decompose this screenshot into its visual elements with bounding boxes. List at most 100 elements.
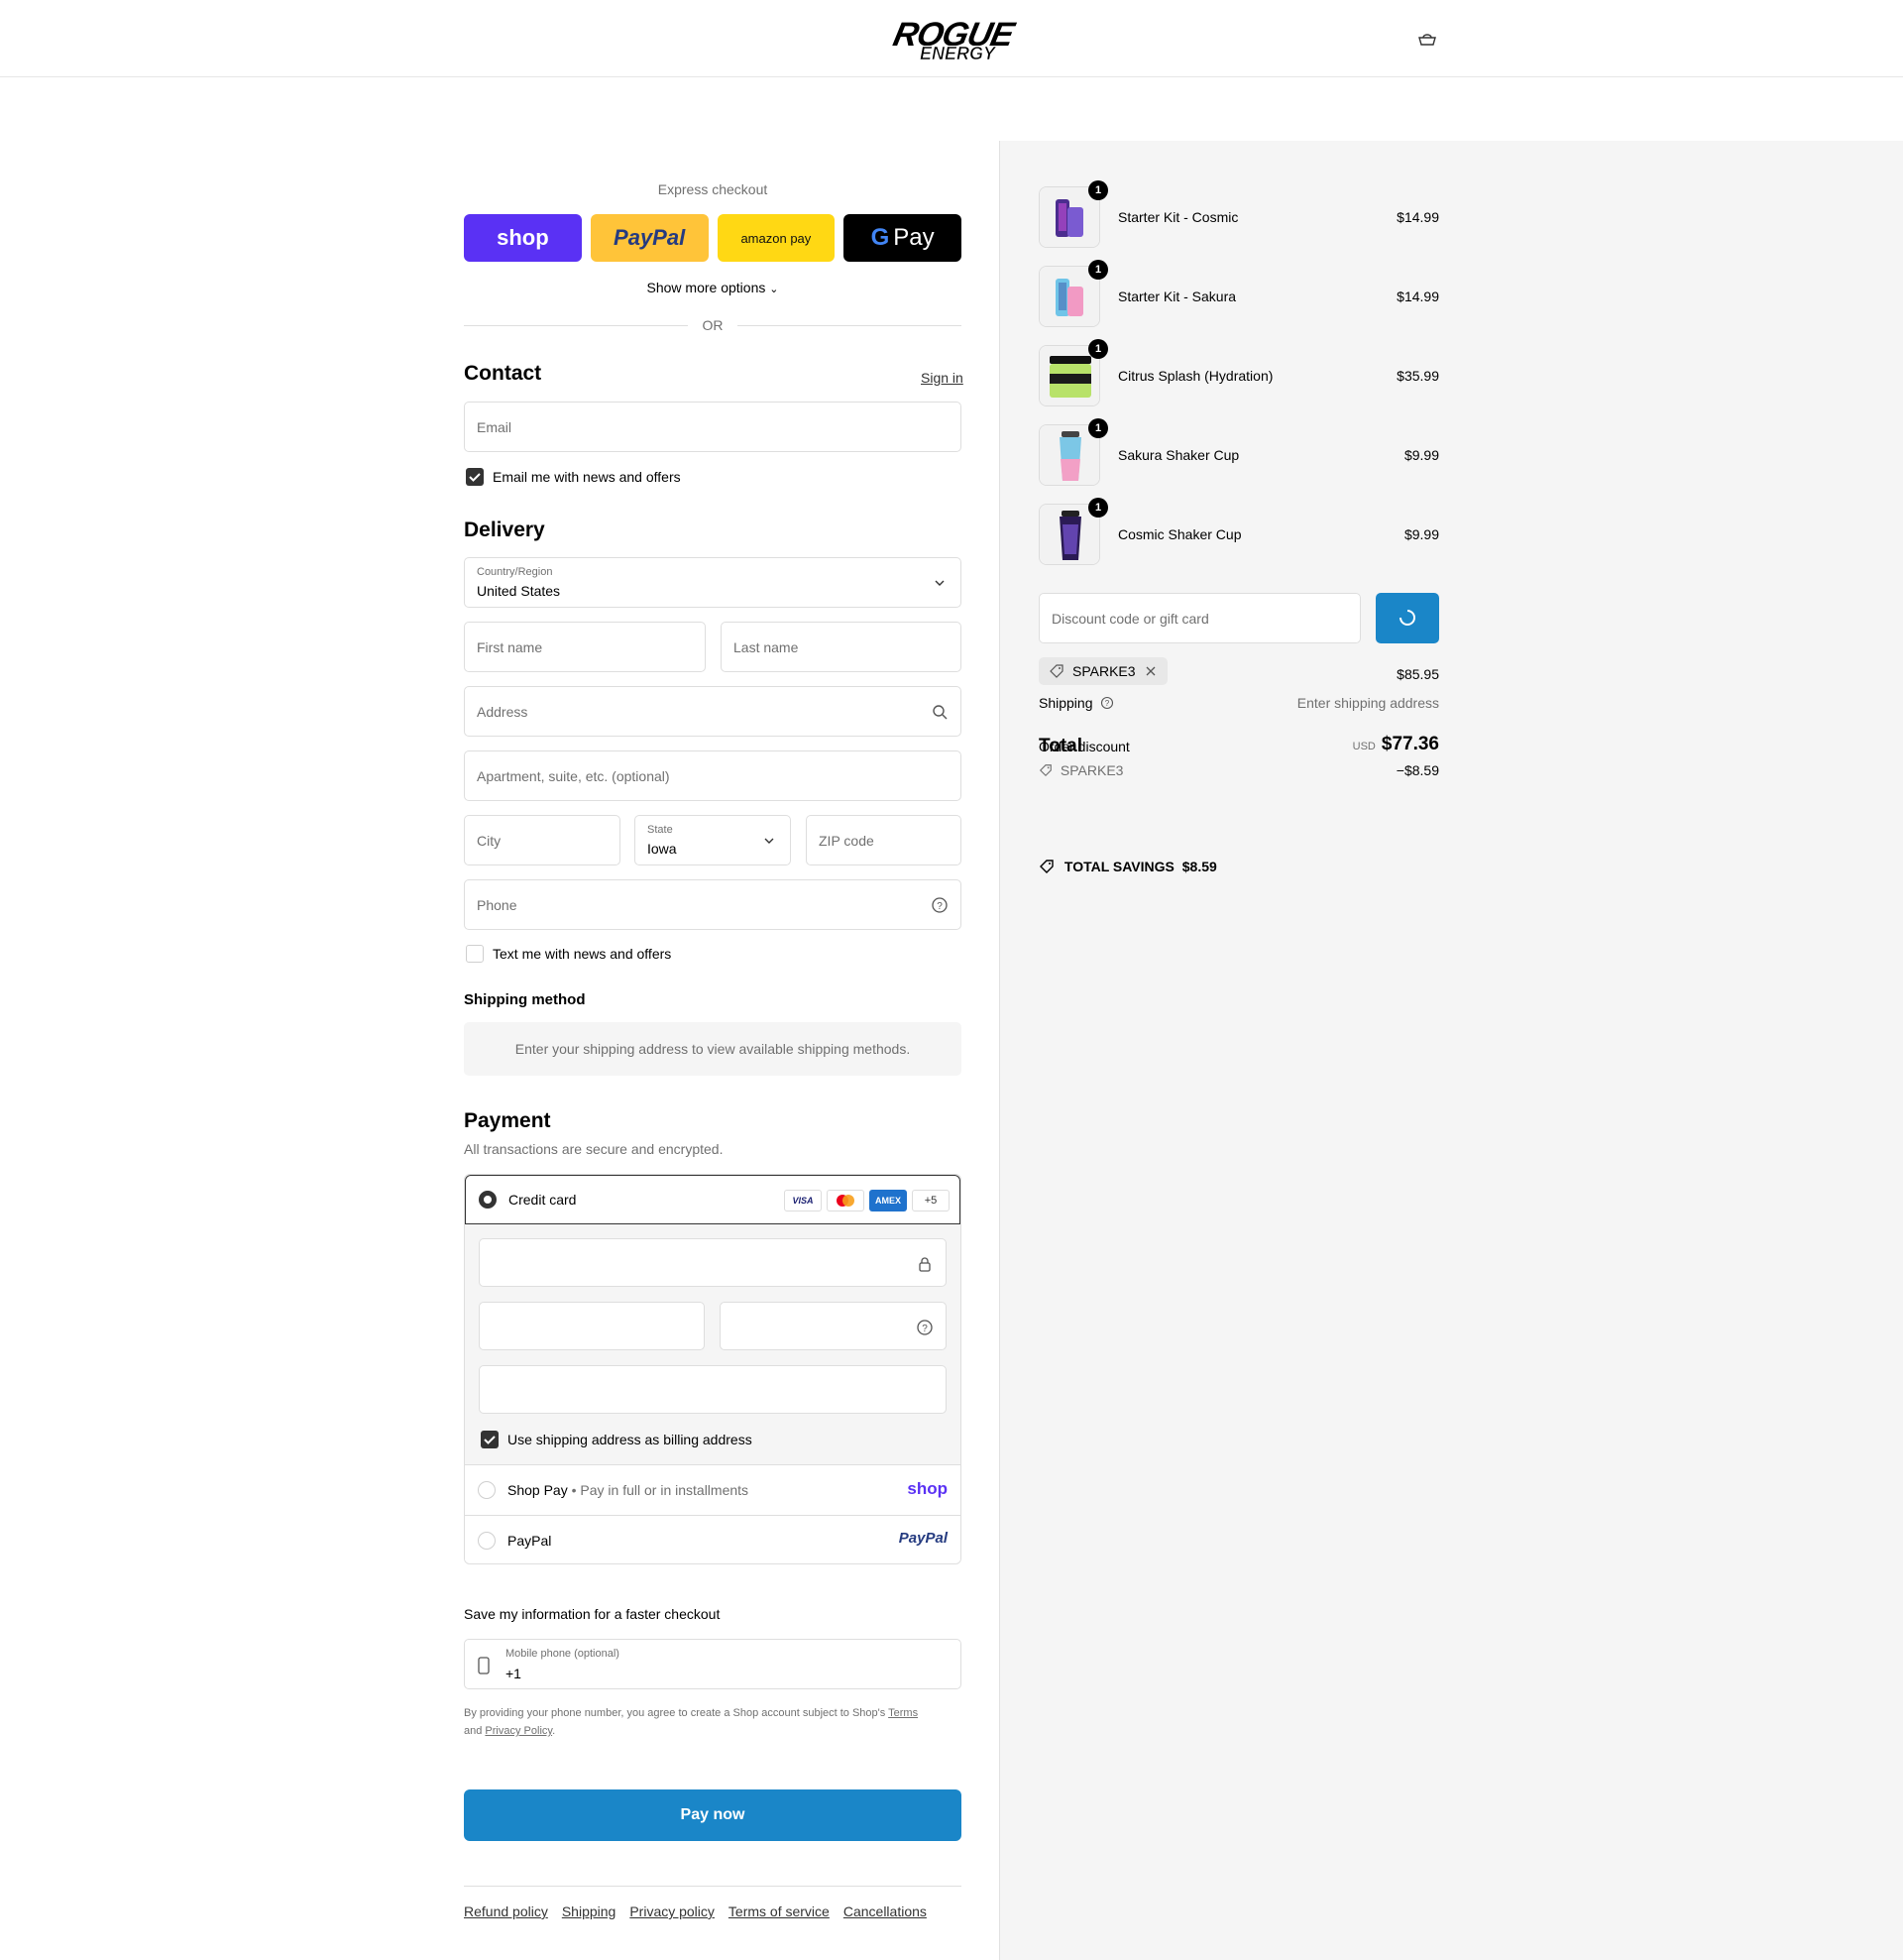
address-placeholder: Address [477,704,528,720]
first-name-field[interactable]: First name [464,622,706,672]
discount-code-field[interactable]: Discount code or gift card [1039,593,1361,643]
help-icon[interactable]: ? [916,1319,934,1336]
apartment-placeholder: Apartment, suite, etc. (optional) [477,768,670,784]
apartment-field[interactable]: Apartment, suite, etc. (optional) [464,750,961,801]
chevron-down-icon [935,580,945,586]
visa-label: VISA [792,1196,814,1206]
refund-policy-link[interactable]: Refund policy [464,1903,548,1919]
paypal-label: PayPal [614,225,686,250]
state-select[interactable]: State Iowa [634,815,791,865]
privacy-policy-link[interactable]: Privacy Policy [485,1725,552,1737]
show-more-options[interactable]: Show more options ⌄ [464,280,961,295]
amazon-pay-label: amazon pay [740,230,812,246]
item-price: $9.99 [1403,447,1439,463]
mobile-phone-value: +1 [505,1666,521,1681]
svg-text:?: ? [1105,699,1110,708]
privacy-policy-footer-link[interactable]: Privacy policy [629,1903,715,1919]
mobile-phone-label: Mobile phone (optional) [505,1648,619,1660]
delivery-heading: Delivery [464,519,545,541]
country-select[interactable]: Country/Region United States [464,557,961,608]
quantity-badge: 1 [1088,498,1108,518]
credit-card-option[interactable]: Credit card VISA AMEX +5 [465,1175,960,1224]
discount-row: SPARKE3 −$8.59 [1039,762,1439,778]
shop-pay-radio[interactable] [478,1481,496,1499]
rogue-energy-logo[interactable]: ROGUE ENERGY [835,20,1067,61]
text-opt-in-checkbox[interactable] [466,945,484,963]
save-info-heading: Save my information for a faster checkou… [464,1606,721,1622]
item-name: Citrus Splash (Hydration) [1118,368,1274,384]
email-opt-in-checkbox[interactable] [466,468,484,486]
card-number-field[interactable] [479,1238,947,1287]
checkmark-icon [484,1436,496,1444]
billing-same-checkbox[interactable] [481,1431,499,1448]
item-name: Starter Kit - Sakura [1118,288,1237,304]
item-price: $35.99 [1397,368,1439,384]
apply-discount-button[interactable] [1376,593,1439,643]
shop-pay-sub: Pay in full or in installments [580,1482,749,1498]
terms-of-service-link[interactable]: Terms of service [728,1903,830,1919]
email-field[interactable]: Email [464,402,961,452]
paypal-button[interactable]: PayPal [590,214,709,262]
mastercard-logo [837,1195,854,1207]
line-item: 1 Sakura Shaker Cup $9.99 [1039,418,1439,488]
express-checkout-title: Express checkout [657,181,768,197]
total-savings-value: $8.59 [1181,859,1217,874]
tag-icon [1039,764,1052,777]
total-savings-label: TOTAL SAVINGS [1063,859,1175,874]
paypal-option[interactable]: PayPal PayPal [465,1515,960,1563]
google-pay-button[interactable]: G Pay [843,214,961,262]
help-icon[interactable]: ? [931,896,949,914]
address-field[interactable]: Address [464,686,961,737]
paypal-option-label: PayPal [507,1533,552,1549]
email-opt-in-label: Email me with news and offers [493,469,681,485]
mobile-phone-icon [478,1657,490,1674]
google-g-icon: G [870,224,890,251]
item-name: Starter Kit - Cosmic [1118,209,1239,225]
remove-discount-icon[interactable] [1144,664,1158,678]
city-placeholder: City [477,833,502,849]
item-price: $14.99 [1397,209,1439,225]
last-name-field[interactable]: Last name [721,622,961,672]
applied-discount-code: SPARKE3 [1072,663,1136,679]
shop-pay-option[interactable]: Shop Pay • Pay in full or in installment… [465,1465,960,1515]
cart-icon[interactable] [1415,28,1439,52]
shipping-policy-link[interactable]: Shipping [562,1903,616,1919]
amex-label: AMEX [874,1196,901,1206]
quantity-badge: 1 [1088,180,1108,200]
phone-field[interactable]: Phone ? [464,879,961,930]
shipping-method-notice: Enter your shipping address to view avai… [464,1022,961,1076]
amex-icon: AMEX [869,1190,907,1211]
shop-pay-button[interactable]: shop [464,214,582,262]
or-divider: OR [464,315,961,335]
pay-now-button[interactable]: Pay now [464,1789,961,1841]
google-pay-label: Pay [893,224,935,251]
more-cards-badge: +5 [912,1190,950,1211]
show-more-options-label: Show more options [646,280,766,295]
item-name: Sakura Shaker Cup [1118,447,1240,463]
billing-same-label: Use shipping address as billing address [507,1432,752,1447]
terms-link[interactable]: Terms [888,1707,918,1719]
email-placeholder: Email [477,419,512,435]
security-code-field[interactable]: ? [720,1302,947,1350]
credit-card-label: Credit card [508,1192,577,1208]
quantity-badge: 1 [1088,339,1108,359]
visa-icon: VISA [784,1190,822,1211]
mastercard-icon [827,1190,864,1211]
country-value: United States [477,583,561,599]
paypal-radio[interactable] [478,1532,496,1550]
credit-card-radio[interactable] [479,1191,497,1209]
cancellations-link[interactable]: Cancellations [843,1903,927,1919]
amazon-pay-button[interactable]: amazon pay [717,214,836,262]
expiration-field[interactable] [479,1302,705,1350]
total-value: $77.36 [1381,734,1439,754]
shop-pay-label: shop [497,225,549,250]
sign-in-link[interactable]: Sign in [921,370,963,386]
mobile-phone-field[interactable]: Mobile phone (optional) +1 [464,1639,961,1689]
name-on-card-field[interactable] [479,1365,947,1414]
disclaimer-and: and [464,1725,483,1737]
footer-links: Refund policy Shipping Privacy policy Te… [464,1903,927,1919]
help-icon[interactable]: ? [1100,696,1114,710]
total-amount: USD $77.36 [1353,734,1439,755]
city-field[interactable]: City [464,815,620,865]
zip-field[interactable]: ZIP code [806,815,961,865]
